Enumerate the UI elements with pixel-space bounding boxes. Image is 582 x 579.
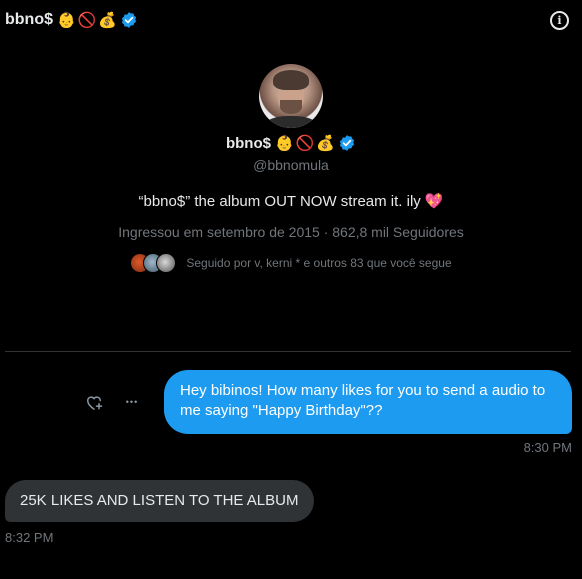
conversation-header: bbno$ 👶 🚫 💰 i	[0, 0, 582, 40]
sent-message-bubble[interactable]: Hey bibinos! How many likes for you to s…	[164, 370, 572, 434]
follower-avatars	[130, 253, 177, 273]
avatar-shirt	[265, 116, 317, 128]
no-entry-emoji-icon: 🚫	[295, 133, 315, 152]
money-bag-emoji-icon: 💰	[316, 133, 336, 152]
avatar[interactable]	[259, 64, 323, 128]
header-emojis: 👶 🚫 💰	[57, 10, 118, 29]
verified-badge-icon	[122, 12, 137, 28]
sent-message-row: ••• Hey bibinos! How many likes for you …	[84, 370, 572, 434]
follower-avatar	[156, 253, 177, 273]
avatar-beard	[280, 100, 302, 114]
header-title[interactable]: bbno$	[5, 11, 53, 29]
sparkling-heart-emoji-icon: 💖	[424, 192, 444, 210]
add-reaction-heart-icon[interactable]	[84, 392, 104, 412]
profile-handle[interactable]: @bbnomula	[253, 157, 329, 173]
profile-name[interactable]: bbno$	[226, 135, 271, 152]
no-entry-emoji-icon: 🚫	[77, 10, 97, 29]
profile-name-row: bbno$ 👶 🚫 💰	[226, 134, 356, 152]
received-message-bubble[interactable]: 25K LIKES AND LISTEN TO THE ALBUM	[5, 480, 315, 522]
profile-emojis: 👶 🚫 💰	[274, 133, 336, 152]
message-actions: •••	[84, 392, 142, 412]
verified-badge-icon	[339, 135, 355, 151]
profile-bio: “bbno$” the album OUT NOW stream it. ily…	[139, 193, 444, 210]
info-icon[interactable]: i	[550, 11, 569, 30]
followed-by[interactable]: Seguido por v, kerni * e outros 83 que v…	[130, 253, 452, 273]
divider	[5, 351, 571, 352]
baby-emoji-icon: 👶	[57, 10, 76, 29]
followed-by-text: Seguido por v, kerni * e outros 83 que v…	[186, 256, 452, 270]
received-message-time: 8:32 PM	[5, 530, 54, 545]
bio-text: “bbno$” the album OUT NOW stream it. ily	[138, 193, 421, 210]
profile-summary: bbno$ 👶 🚫 💰 @bbnomula “bbno$” the album …	[0, 64, 582, 273]
avatar-hair	[273, 70, 309, 90]
info-glyph: i	[557, 14, 562, 27]
sent-message-time: 8:30 PM	[523, 440, 572, 455]
profile-meta: Ingressou em setembro de 2015 · 862,8 mi…	[118, 224, 464, 240]
money-bag-emoji-icon: 💰	[98, 10, 118, 29]
more-horizontal-icon[interactable]: •••	[122, 392, 142, 412]
baby-emoji-icon: 👶	[274, 133, 294, 152]
